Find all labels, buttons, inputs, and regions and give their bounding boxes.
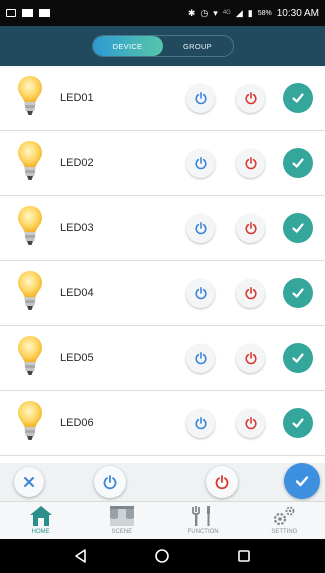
power-off-button[interactable] xyxy=(236,408,265,438)
power-off-button[interactable] xyxy=(236,213,265,243)
power-on-button[interactable] xyxy=(186,408,215,438)
select-checkbox[interactable] xyxy=(283,343,313,373)
wifi-icon: ▾ xyxy=(213,7,218,18)
tab-group[interactable]: GROUP xyxy=(163,36,233,56)
all-on-button[interactable] xyxy=(94,466,126,498)
power-off-icon xyxy=(215,475,229,490)
power-off-icon xyxy=(244,91,257,105)
nav-function[interactable]: FUNCTION xyxy=(163,502,244,539)
close-icon xyxy=(24,477,34,487)
system-nav-bar xyxy=(0,539,325,573)
bulb-icon xyxy=(16,139,44,183)
scene-icon xyxy=(109,506,134,526)
power-on-icon xyxy=(194,221,207,235)
power-on-icon xyxy=(194,351,207,365)
nav-scene[interactable]: SCENE xyxy=(81,502,162,539)
device-list: LED01LED02LED03LED04LED05LED06LED07 xyxy=(0,66,325,464)
bulb-icon xyxy=(16,74,44,118)
nav-function-label: FUNCTION xyxy=(187,529,219,535)
check-icon xyxy=(292,288,304,298)
power-off-icon xyxy=(244,416,257,430)
power-on-icon xyxy=(194,286,207,300)
power-off-icon xyxy=(244,156,257,170)
power-off-icon xyxy=(244,286,257,300)
home-circle-icon[interactable] xyxy=(154,548,170,564)
status-bar: ✱ ◷ ▾ 4G ◢ ▮ 58% 10:30 AM xyxy=(0,0,325,26)
device-row[interactable]: LED02 xyxy=(0,131,325,196)
select-checkbox[interactable] xyxy=(283,408,313,438)
close-button[interactable] xyxy=(14,467,44,497)
device-name: LED06 xyxy=(60,417,94,429)
select-all-button[interactable] xyxy=(284,463,320,499)
nav-home[interactable]: HOME xyxy=(0,502,81,539)
mail-icon xyxy=(22,9,33,17)
device-group-toggle: DEVICE GROUP xyxy=(91,35,234,57)
power-on-button[interactable] xyxy=(186,343,215,373)
power-on-button[interactable] xyxy=(186,83,215,113)
action-bar xyxy=(0,463,325,501)
tab-device[interactable]: DEVICE xyxy=(92,36,163,56)
battery-percent: 58% xyxy=(257,9,272,17)
bulb-icon xyxy=(16,334,44,378)
device-row[interactable]: LED04 xyxy=(0,261,325,326)
power-off-button[interactable] xyxy=(236,278,265,308)
device-name: LED04 xyxy=(60,287,94,299)
device-row[interactable]: LED03 xyxy=(0,196,325,261)
screenshot-icon xyxy=(6,9,16,17)
power-on-button[interactable] xyxy=(186,148,215,178)
check-icon xyxy=(292,353,304,363)
device-name: LED01 xyxy=(60,92,94,104)
nav-home-label: HOME xyxy=(31,529,50,535)
recents-icon[interactable] xyxy=(236,548,252,564)
check-icon xyxy=(292,93,304,103)
signal-icon: ◢ xyxy=(235,7,243,18)
select-checkbox[interactable] xyxy=(283,213,313,243)
power-off-button[interactable] xyxy=(236,83,265,113)
device-row[interactable]: LED01 xyxy=(0,66,325,131)
message-icon xyxy=(39,9,50,17)
power-on-icon xyxy=(103,475,117,490)
power-off-icon xyxy=(244,351,257,365)
check-icon xyxy=(292,223,304,233)
nav-setting-label: SETTING xyxy=(271,529,298,535)
power-on-icon xyxy=(194,416,207,430)
device-name: LED02 xyxy=(60,157,94,169)
bulb-icon xyxy=(16,399,44,443)
back-icon[interactable] xyxy=(73,548,89,564)
check-icon xyxy=(295,476,309,487)
network-type: 4G xyxy=(222,10,231,16)
select-checkbox[interactable] xyxy=(283,148,313,178)
battery-icon: ▮ xyxy=(247,7,253,18)
device-name: LED05 xyxy=(60,352,94,364)
check-icon xyxy=(292,158,304,168)
select-checkbox[interactable] xyxy=(283,83,313,113)
power-on-icon xyxy=(194,156,207,170)
device-row[interactable]: LED06 xyxy=(0,391,325,456)
device-row[interactable]: LED05 xyxy=(0,326,325,391)
device-name: LED03 xyxy=(60,222,94,234)
status-left-icons xyxy=(6,9,50,17)
power-on-button[interactable] xyxy=(186,278,215,308)
bulb-icon xyxy=(16,269,44,313)
select-checkbox[interactable] xyxy=(283,278,313,308)
power-off-icon xyxy=(244,221,257,235)
all-off-button[interactable] xyxy=(206,466,238,498)
clock: 10:30 AM xyxy=(276,7,319,19)
home-icon xyxy=(29,506,52,526)
alarm-icon: ◷ xyxy=(200,7,209,18)
gear-icon xyxy=(274,506,295,526)
power-on-button[interactable] xyxy=(186,213,215,243)
power-off-button[interactable] xyxy=(236,343,265,373)
check-icon xyxy=(292,418,304,428)
power-on-icon xyxy=(194,91,207,105)
bulb-icon xyxy=(16,204,44,248)
nav-scene-label: SCENE xyxy=(111,529,133,535)
function-icon xyxy=(192,506,211,526)
app-header: DEVICE GROUP xyxy=(0,26,325,66)
bluetooth-icon: ✱ xyxy=(187,7,196,18)
power-off-button[interactable] xyxy=(236,148,265,178)
bottom-nav: HOME SCENE FUNCTION SETTING xyxy=(0,501,325,539)
status-right-icons: ✱ ◷ ▾ 4G ◢ ▮ 58% 10:30 AM xyxy=(188,8,319,19)
nav-setting[interactable]: SETTING xyxy=(244,502,325,539)
